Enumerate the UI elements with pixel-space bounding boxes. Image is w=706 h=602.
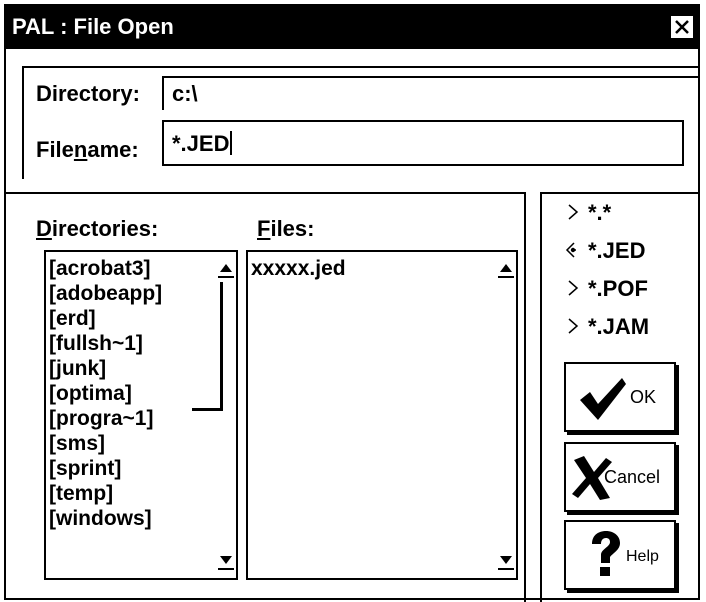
chevron-right-icon [564, 200, 584, 226]
filter-group-frame-left [540, 192, 542, 602]
filter-option[interactable]: *.JED [564, 238, 645, 264]
ok-label: OK [630, 387, 657, 407]
close-icon [675, 20, 689, 34]
directories-list[interactable]: [acrobat3] [adobeapp] [erd] [fullsh~1] [junk… [44, 250, 238, 580]
close-button[interactable] [670, 15, 694, 39]
files-items: xxxxx.jed [248, 252, 516, 281]
chevron-right-icon [564, 276, 584, 302]
directories-label-accel: D [36, 216, 52, 241]
title-bar[interactable]: PAL : File Open [6, 6, 698, 49]
file-list-item[interactable]: xxxxx.jed [248, 256, 516, 281]
scroll-up-icon [218, 264, 234, 278]
scroll-up-icon [498, 264, 514, 278]
filter-group-frame-top [540, 192, 698, 194]
directory-list-item[interactable]: [fullsh~1] [46, 331, 236, 356]
list-group-frame-right [524, 192, 526, 602]
scroll-down-icon [218, 556, 234, 570]
cancel-button[interactable]: Cancel [564, 442, 676, 512]
text-cursor [230, 131, 233, 155]
directories-label-rest: irectories: [51, 216, 159, 241]
directories-scroll-thumb[interactable] [220, 282, 223, 408]
filename-label-post: ame: [87, 137, 139, 162]
top-group-frame-left [22, 66, 24, 179]
question-mark-icon [592, 531, 620, 576]
directory-path: c:\ [162, 76, 698, 110]
filename-label-accel: n [73, 137, 88, 162]
files-label: Files: [257, 216, 314, 242]
directory-list-item[interactable]: [adobeapp] [46, 281, 236, 306]
top-group-frame-top [22, 66, 698, 68]
file-open-dialog: PAL : File Open Directory: c:\ Filename:… [4, 4, 700, 602]
filename-label-pre: File [36, 137, 74, 162]
filter-label: *.JAM [588, 314, 650, 339]
filter-label: *.POF [588, 276, 648, 301]
ok-button[interactable]: OK [564, 362, 676, 432]
directory-list-item[interactable]: [windows] [46, 506, 236, 531]
chevron-right-icon [564, 314, 584, 340]
files-label-accel: F [257, 216, 271, 241]
directory-list-item[interactable]: [temp] [46, 481, 236, 506]
checkmark-icon [580, 378, 626, 420]
help-label: Help [626, 548, 659, 565]
directory-list-item[interactable]: [optima] [46, 381, 236, 406]
directory-list-item[interactable]: [erd] [46, 306, 236, 331]
directories-scroll-up-button[interactable] [218, 256, 234, 278]
directory-list-item[interactable]: [sms] [46, 431, 236, 456]
filter-option[interactable]: *.JAM [564, 314, 649, 340]
diamond-pointer-icon [564, 238, 584, 264]
files-scroll-up-button[interactable] [498, 256, 514, 278]
files-scroll-down-button[interactable] [498, 550, 514, 572]
cancel-label: Cancel [604, 467, 661, 487]
filename-value: *.JED [172, 131, 230, 156]
directory-label: Directory: [36, 81, 140, 106]
directory-list-item[interactable]: [acrobat3] [46, 256, 236, 281]
list-group-frame-top [6, 192, 526, 194]
files-list[interactable]: xxxxx.jed [246, 250, 518, 580]
filter-option[interactable]: *.POF [564, 276, 648, 302]
filter-option[interactable]: *.* [564, 200, 611, 226]
filename-label: Filename: [36, 137, 139, 163]
directories-scroll-thumb-foot [192, 408, 223, 411]
help-button[interactable]: Help [564, 520, 676, 590]
directory-list-item[interactable]: [junk] [46, 356, 236, 381]
window-title: PAL : File Open [12, 14, 174, 39]
files-label-rest: iles: [270, 216, 315, 241]
directory-list-item[interactable]: [sprint] [46, 456, 236, 481]
filename-input[interactable]: *.JED [162, 120, 684, 166]
files-scrollbar[interactable] [498, 252, 516, 578]
directories-scrollbar[interactable] [192, 252, 236, 578]
directories-scroll-down-button[interactable] [218, 550, 234, 572]
filter-label: *.* [588, 200, 612, 225]
directories-label: Directories: [36, 216, 158, 242]
directory-value: c:\ [172, 81, 198, 106]
directories-items: [acrobat3] [adobeapp] [erd] [fullsh~1] [junk… [46, 252, 236, 531]
filter-label: *.JED [588, 238, 646, 263]
scroll-down-icon [498, 556, 514, 570]
